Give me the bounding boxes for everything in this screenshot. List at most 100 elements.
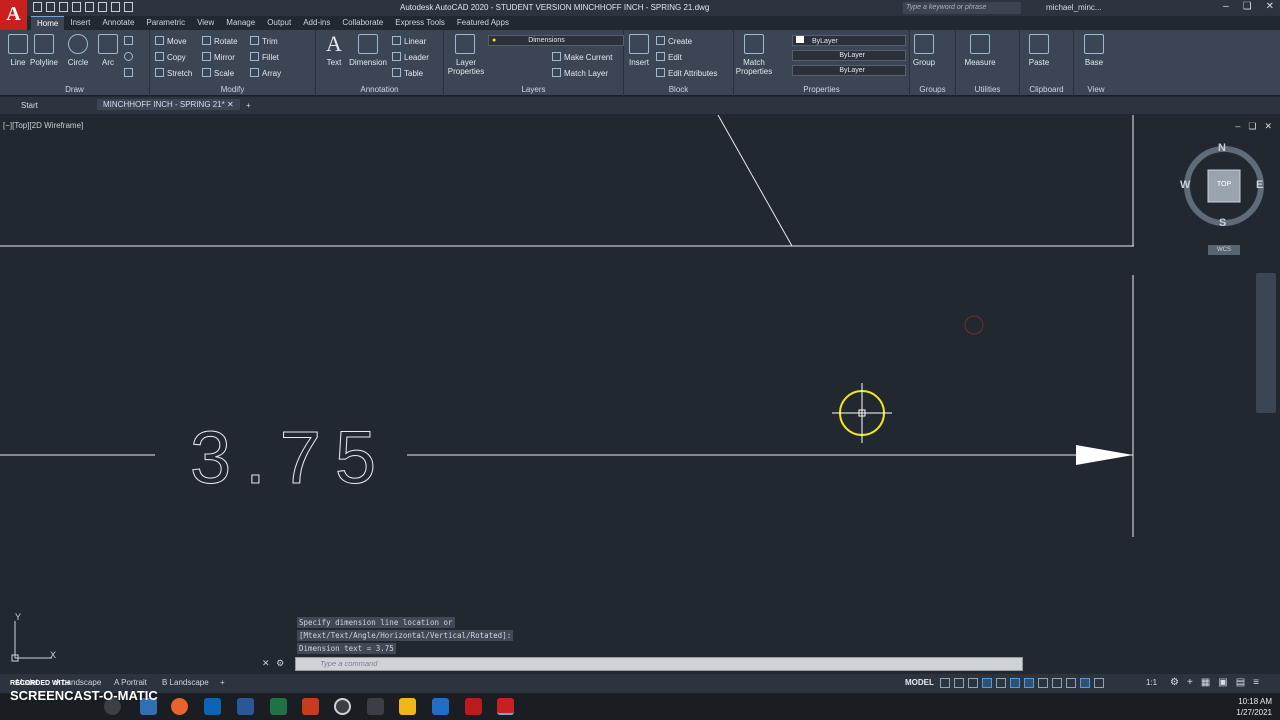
system-clock[interactable]: 10:18 AM 1/27/2021 bbox=[1236, 696, 1272, 718]
command-input[interactable]: Type a command bbox=[295, 657, 1023, 671]
word-icon[interactable] bbox=[237, 698, 254, 715]
copy-button[interactable]: Copy bbox=[155, 52, 186, 62]
paste-button[interactable]: Paste bbox=[1022, 34, 1056, 67]
insert-button[interactable]: Insert bbox=[624, 34, 654, 67]
close-command-line-icon[interactable]: ✕ bbox=[262, 658, 270, 668]
ortho-icon[interactable] bbox=[968, 678, 978, 688]
ribbon-tab-featured-apps[interactable]: Featured Apps bbox=[451, 16, 515, 30]
modify-panel-title[interactable]: Modify bbox=[150, 85, 315, 94]
transparency-icon[interactable] bbox=[1052, 678, 1062, 688]
linear-button[interactable]: Linear bbox=[392, 36, 426, 46]
ribbon-tab-home[interactable]: Home bbox=[31, 16, 65, 30]
outlook-icon[interactable] bbox=[204, 698, 221, 715]
base-button[interactable]: Base bbox=[1076, 34, 1112, 67]
clean-screen-icon[interactable]: ▤ bbox=[1236, 677, 1245, 688]
mirror-button[interactable]: Mirror bbox=[202, 52, 235, 62]
plot-icon[interactable] bbox=[98, 2, 107, 12]
compass-north[interactable]: N bbox=[1218, 142, 1226, 154]
excel-icon[interactable] bbox=[270, 698, 287, 715]
viewcube-top-label[interactable]: TOP bbox=[1208, 181, 1240, 188]
match-layer-button[interactable]: Match Layer bbox=[552, 68, 608, 78]
rotate-button[interactable]: Rotate bbox=[202, 36, 238, 46]
viewport-restore-icon[interactable]: ❏ bbox=[1248, 121, 1256, 132]
annotation-scale[interactable]: 1:1 bbox=[1146, 678, 1157, 687]
match-properties-button[interactable]: Match Properties bbox=[734, 34, 774, 76]
edit-attributes-button[interactable]: Edit Attributes bbox=[656, 68, 717, 78]
layout-tab-b-landscape[interactable]: B Landscape bbox=[162, 678, 209, 687]
edge-icon[interactable] bbox=[432, 698, 449, 715]
annotation-monitor-icon[interactable]: + bbox=[1187, 677, 1193, 688]
table-button[interactable]: Table bbox=[392, 68, 423, 78]
drawing-viewport[interactable]: 3.75 [−][Top][2D Wireframe] – ❏ ✕ N S E … bbox=[0, 115, 1280, 673]
text-button[interactable]: A Text bbox=[316, 33, 352, 68]
grid-icon[interactable] bbox=[940, 678, 950, 688]
firefox-icon[interactable] bbox=[171, 698, 188, 715]
ribbon-tab-parametric[interactable]: Parametric bbox=[140, 16, 191, 30]
edit-block-button[interactable]: Edit bbox=[656, 52, 682, 62]
minimize-icon[interactable]: – bbox=[1223, 1, 1229, 12]
polyline-button[interactable]: Polyline bbox=[26, 34, 62, 67]
restore-icon[interactable]: ❏ bbox=[1243, 1, 1252, 12]
customize-icon[interactable]: ⚙ bbox=[276, 658, 284, 668]
autocad-logo[interactable]: A bbox=[0, 0, 27, 30]
autocad-2020-icon[interactable] bbox=[465, 698, 482, 715]
lineweight-icon[interactable] bbox=[1038, 678, 1048, 688]
viewport-controls-label[interactable]: [−][Top][2D Wireframe] bbox=[3, 121, 83, 130]
undo-icon[interactable] bbox=[111, 2, 120, 12]
groups-panel-title[interactable]: Groups bbox=[910, 85, 955, 94]
ellipse-button[interactable] bbox=[124, 52, 136, 62]
layers-panel-title[interactable]: Layers bbox=[444, 85, 623, 94]
angled-line[interactable] bbox=[717, 115, 793, 247]
media-player-icon[interactable] bbox=[334, 698, 351, 715]
units-icon[interactable]: ▦ bbox=[1201, 677, 1210, 688]
dimension-button[interactable]: Dimension bbox=[348, 34, 388, 67]
hardware-acceleration-icon[interactable]: ▣ bbox=[1218, 677, 1227, 688]
hatch-button[interactable] bbox=[124, 68, 136, 78]
ribbon-tab-add-ins[interactable]: Add-ins bbox=[297, 16, 336, 30]
measure-button[interactable]: Measure bbox=[960, 34, 1000, 67]
ribbon-tab-annotate[interactable]: Annotate bbox=[96, 16, 140, 30]
file-explorer-icon[interactable] bbox=[399, 698, 416, 715]
linetype-dropdown[interactable]: ByLayer bbox=[792, 65, 906, 76]
draw-panel-title[interactable]: Draw bbox=[0, 85, 149, 94]
add-layout-icon[interactable]: + bbox=[220, 678, 225, 687]
view-panel-title[interactable]: View bbox=[1074, 85, 1118, 94]
start-tab[interactable]: Start bbox=[21, 101, 38, 110]
stretch-button[interactable]: Stretch bbox=[155, 68, 192, 78]
layer-dropdown[interactable]: ● Dimensions bbox=[488, 35, 624, 46]
ribbon-tab-view[interactable]: View bbox=[191, 16, 220, 30]
array-button[interactable]: Array bbox=[250, 68, 281, 78]
save-icon[interactable] bbox=[59, 2, 68, 12]
drawing-canvas[interactable]: 3.75 bbox=[0, 115, 1280, 673]
group-button[interactable]: Group bbox=[910, 34, 938, 67]
fillet-button[interactable]: Fillet bbox=[250, 52, 279, 62]
close-icon[interactable]: ✕ bbox=[1266, 1, 1274, 12]
search-input[interactable]: Type a keyword or phrase bbox=[903, 2, 1021, 14]
arc-button[interactable]: Arc bbox=[90, 34, 126, 67]
new-icon[interactable] bbox=[33, 2, 42, 12]
clipboard-panel-title[interactable]: Clipboard bbox=[1020, 85, 1073, 94]
ribbon-tab-express-tools[interactable]: Express Tools bbox=[389, 16, 451, 30]
compass-west[interactable]: W bbox=[1180, 179, 1190, 191]
save-as-icon[interactable] bbox=[72, 2, 81, 12]
annotation-visibility-icon[interactable] bbox=[1080, 678, 1090, 688]
dimension-arrowhead[interactable] bbox=[1076, 445, 1133, 465]
leader-button[interactable]: Leader bbox=[392, 52, 429, 62]
lineweight-dropdown[interactable]: ByLayer bbox=[792, 50, 906, 61]
selection-cycling-icon[interactable] bbox=[1066, 678, 1076, 688]
ribbon-tab-insert[interactable]: Insert bbox=[64, 16, 96, 30]
navigation-bar[interactable] bbox=[1256, 273, 1276, 413]
layer-properties-button[interactable]: Layer Properties bbox=[446, 34, 484, 76]
viewport-minimize-icon[interactable]: – bbox=[1235, 121, 1240, 132]
rectangle-button[interactable] bbox=[124, 36, 136, 46]
workspace-gear-icon[interactable]: ⚙ bbox=[1170, 677, 1179, 688]
make-current-button[interactable]: Make Current bbox=[552, 52, 612, 62]
utilities-panel-title[interactable]: Utilities bbox=[956, 85, 1019, 94]
dimension-text[interactable]: 3.75 bbox=[190, 416, 390, 500]
drawing-tab[interactable]: MINCHHOFF INCH - SPRING 21* ✕ bbox=[97, 99, 240, 110]
block-panel-title[interactable]: Block bbox=[624, 85, 733, 94]
ribbon-tab-output[interactable]: Output bbox=[261, 16, 297, 30]
ribbon-tab-collaborate[interactable]: Collaborate bbox=[336, 16, 389, 30]
redo-icon[interactable] bbox=[124, 2, 133, 12]
object-snap-icon[interactable] bbox=[1024, 678, 1034, 688]
